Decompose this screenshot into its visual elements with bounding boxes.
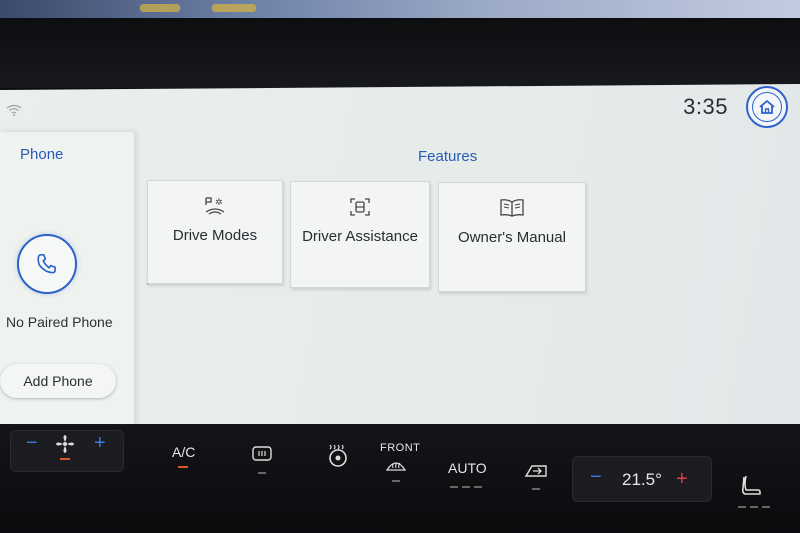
heated-steering-button[interactable] (326, 442, 350, 471)
temperature-increase-button[interactable]: + (676, 468, 688, 491)
seat-heat-button[interactable] (740, 474, 762, 501)
screen-bezel (0, 18, 800, 88)
add-phone-button[interactable]: Add Phone (0, 364, 116, 398)
air-distribution-button[interactable] (524, 462, 550, 483)
clock: 3:35 (683, 94, 728, 119)
fan-indicator (60, 458, 70, 460)
features-title: Features (418, 148, 478, 165)
phone-panel: Phone No Paired Phone Add Phone (0, 132, 134, 430)
recirculation-indicator (258, 472, 266, 474)
phone-status-text: No Paired Phone (6, 314, 113, 330)
dashboard-reflection (140, 4, 180, 12)
front-defrost-icon (385, 462, 407, 471)
seat-heat-indicator (762, 506, 770, 508)
infotainment-screen: 3:35 Phone No Paired Phone Add Phone Fea… (0, 84, 800, 430)
tile-drive-modes[interactable]: ✲ Drive Modes (147, 180, 283, 284)
fan-icon (55, 434, 75, 457)
front-defrost-label: FRONT (380, 442, 421, 454)
climate-control-bar: − + A/C FRONT AUTO − 21.5° + (0, 424, 800, 533)
drive-modes-icon: ✲ (202, 195, 228, 217)
auto-indicator (450, 486, 458, 488)
auto-indicator (474, 486, 482, 488)
auto-climate-button[interactable]: AUTO (448, 460, 487, 476)
tile-label: Driver Assistance (302, 228, 418, 245)
heated-steering-wheel-icon (329, 444, 347, 467)
phone-icon (37, 253, 56, 274)
front-defrost-button[interactable] (385, 458, 407, 475)
status-bar: 3:35 (0, 84, 800, 132)
fan-decrease-button[interactable]: − (26, 432, 38, 455)
temperature-readout: 21.5° (622, 470, 662, 489)
signal-icon (6, 104, 22, 116)
temperature-decrease-button[interactable]: − (590, 466, 602, 489)
dashboard-reflection (212, 4, 256, 12)
driver-assistance-icon (347, 196, 373, 218)
air-distribution-indicator (532, 488, 540, 490)
windshield-strip (0, 0, 800, 18)
air-distribution-icon (524, 465, 547, 477)
owners-manual-icon (499, 197, 525, 219)
seat-heat-indicator (750, 506, 758, 508)
home-icon (752, 92, 782, 122)
auto-indicator (462, 486, 470, 488)
recirculation-icon (252, 446, 272, 461)
call-button[interactable] (17, 234, 77, 294)
svg-text:✲: ✲ (215, 198, 223, 208)
ac-button[interactable]: A/C (172, 444, 195, 460)
phone-panel-title: Phone (20, 146, 64, 163)
fan-increase-button[interactable]: + (94, 432, 106, 455)
seat-heat-indicator (738, 506, 746, 508)
tile-label: Drive Modes (172, 227, 258, 244)
front-defrost-indicator (392, 480, 400, 482)
seat-icon (742, 475, 761, 495)
ac-indicator (178, 466, 188, 468)
tile-driver-assistance[interactable]: Driver Assistance (290, 181, 430, 288)
recirculation-button[interactable] (252, 446, 272, 467)
home-button[interactable] (746, 86, 788, 128)
tile-owners-manual[interactable]: Owner's Manual (438, 182, 586, 292)
tile-label: Owner's Manual (458, 229, 566, 246)
